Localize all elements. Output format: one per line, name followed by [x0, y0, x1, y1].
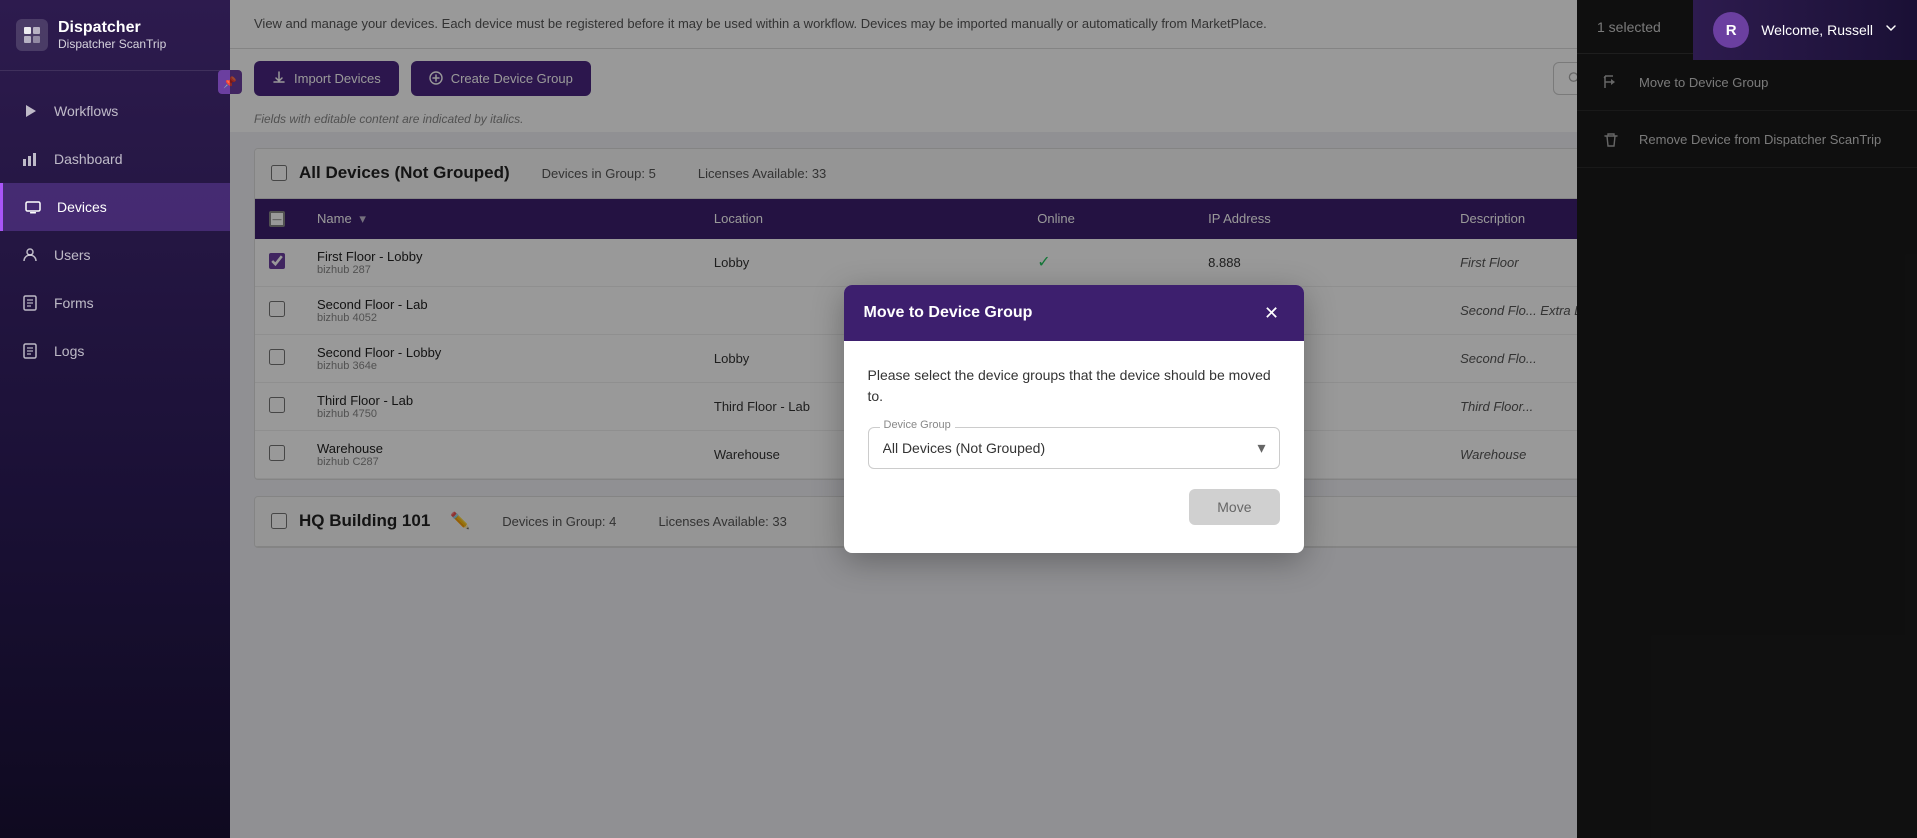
sidebar: DispatcherDispatcher ScanTrip 📌 Workflow…	[0, 0, 230, 838]
move-to-group-modal: Move to Device Group ✕ Please select the…	[844, 285, 1304, 553]
sidebar-item-label: Forms	[54, 295, 94, 311]
logo-icon	[16, 19, 48, 51]
forms-icon	[20, 293, 40, 313]
move-button[interactable]: Move	[1189, 489, 1279, 525]
sidebar-item-label: Users	[54, 247, 91, 263]
modal-select-wrapper: Device Group All Devices (Not Grouped) ▾	[868, 427, 1280, 469]
user-dropdown-arrow[interactable]	[1885, 21, 1897, 39]
devices-icon	[23, 197, 43, 217]
modal-footer: Move	[868, 489, 1280, 525]
logs-icon	[20, 341, 40, 361]
user-area: R Welcome, Russell	[1693, 0, 1917, 60]
sidebar-item-dashboard[interactable]: Dashboard	[0, 135, 230, 183]
device-group-select[interactable]: All Devices (Not Grouped)	[868, 427, 1280, 469]
sidebar-item-label: Workflows	[54, 103, 118, 119]
avatar: R	[1713, 12, 1749, 48]
sidebar-item-devices[interactable]: Devices	[0, 183, 230, 231]
modal-header: Move to Device Group ✕	[844, 285, 1304, 341]
app-title: DispatcherDispatcher ScanTrip	[58, 18, 166, 52]
main-content: View and manage your devices. Each devic…	[230, 0, 1917, 838]
chart-icon	[20, 149, 40, 169]
sidebar-item-logs[interactable]: Logs	[0, 327, 230, 375]
modal-title: Move to Device Group	[864, 304, 1033, 322]
modal-select-label: Device Group	[880, 419, 955, 431]
sidebar-item-label: Dashboard	[54, 151, 123, 167]
modal-close-button[interactable]: ✕	[1260, 301, 1284, 325]
modal-body-text: Please select the device groups that the…	[868, 365, 1280, 407]
modal-overlay: Move to Device Group ✕ Please select the…	[230, 0, 1917, 838]
sidebar-item-label: Devices	[57, 199, 107, 215]
user-icon	[20, 245, 40, 265]
user-welcome: Welcome, Russell	[1761, 22, 1873, 38]
sidebar-item-workflows[interactable]: Workflows	[0, 87, 230, 135]
modal-body: Please select the device groups that the…	[844, 341, 1304, 553]
sidebar-item-users[interactable]: Users	[0, 231, 230, 279]
play-icon	[20, 101, 40, 121]
sidebar-item-label: Logs	[54, 343, 84, 359]
sidebar-nav: Workflows Dashboard Devices	[0, 71, 230, 375]
sidebar-item-forms[interactable]: Forms	[0, 279, 230, 327]
logo-area: DispatcherDispatcher ScanTrip	[0, 0, 230, 71]
